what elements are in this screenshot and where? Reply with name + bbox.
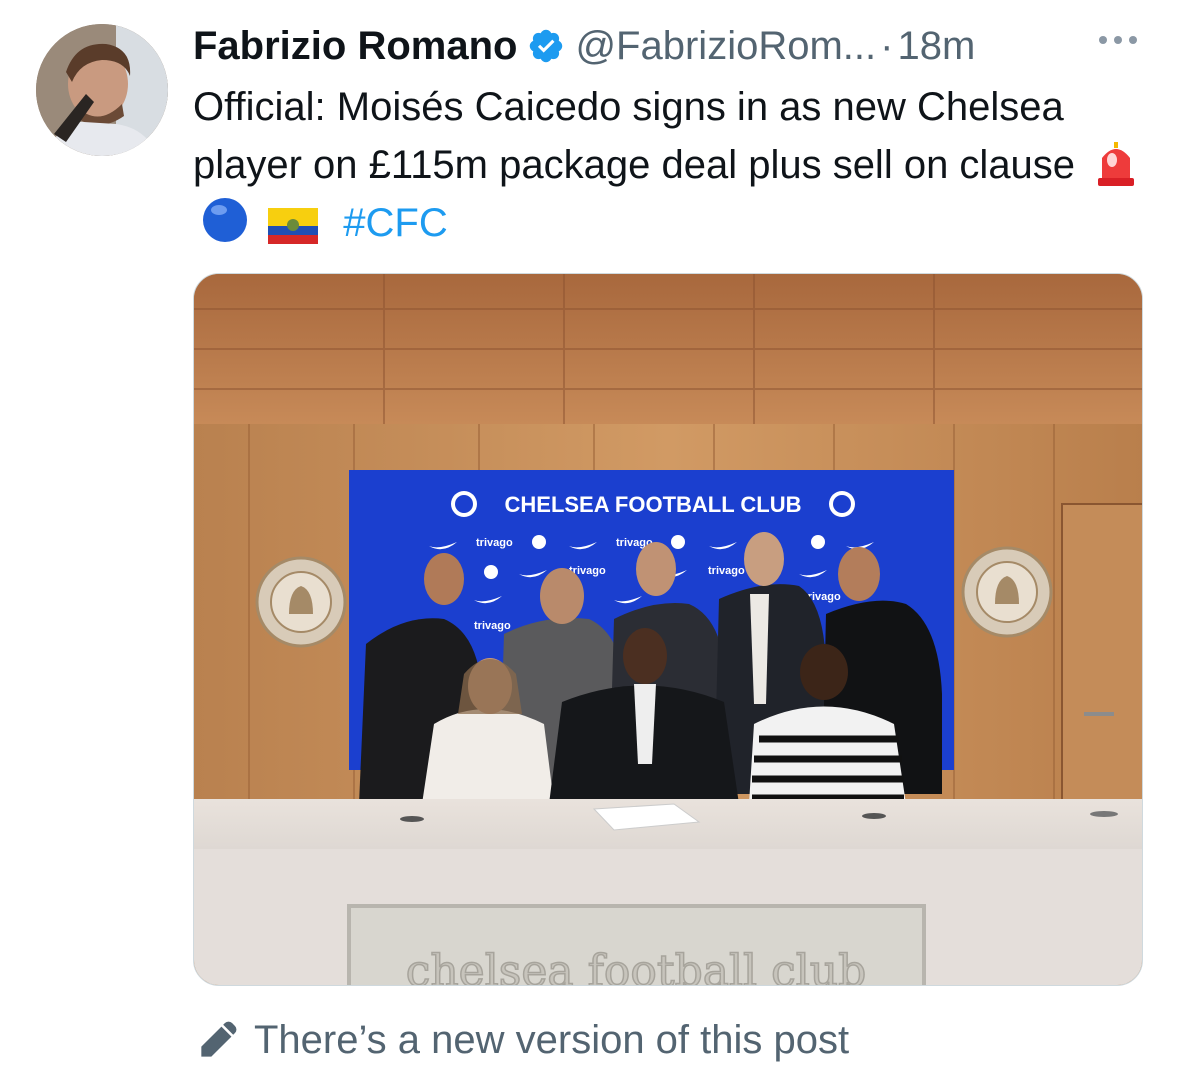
edit-notice-text: There’s a new version of this post — [254, 1017, 850, 1062]
avatar-image — [36, 24, 168, 156]
sponsor-text: trivago — [476, 537, 513, 549]
banner-title: CHELSEA FOOTBALL CLUB — [505, 492, 802, 517]
police-light-icon — [1098, 142, 1135, 186]
more-dot — [1114, 36, 1122, 44]
post-header: Fabrizio Romano @FabrizioRom... · 18m — [193, 22, 1143, 70]
separator-dot: · — [880, 24, 894, 68]
signing-photo: CHELSEA FOOTBALL CLUB trivago trivago tr… — [194, 274, 1142, 986]
sponsor-text: trivago — [474, 620, 511, 632]
more-dot — [1129, 36, 1137, 44]
chelsea-crest-left — [255, 556, 347, 648]
chelsea-crest-right — [961, 546, 1053, 638]
author-handle[interactable]: @FabrizioRom... — [575, 22, 876, 70]
hashtag-link[interactable]: #CFC — [343, 201, 447, 245]
blue-circle-icon — [203, 198, 247, 242]
avatar[interactable] — [36, 24, 168, 156]
author-name[interactable]: Fabrizio Romano — [193, 22, 517, 70]
post-time[interactable]: 18m — [897, 22, 975, 70]
post-image[interactable]: CHELSEA FOOTBALL CLUB trivago trivago tr… — [193, 273, 1143, 986]
post-body: Official: Moisés Caicedo signs in as new… — [193, 85, 1076, 187]
more-dot — [1099, 36, 1107, 44]
ecuador-flag-icon — [268, 208, 319, 244]
edit-notice[interactable]: There’s a new version of this post — [198, 1010, 849, 1070]
more-options-icon[interactable] — [1099, 36, 1137, 44]
sponsor-text: trivago — [708, 565, 745, 577]
post-text: Official: Moisés Caicedo signs in as new… — [193, 78, 1153, 252]
verified-badge-icon — [530, 29, 563, 63]
pencil-icon — [201, 1021, 237, 1057]
desk-sign: chelsea football club — [406, 946, 867, 986]
